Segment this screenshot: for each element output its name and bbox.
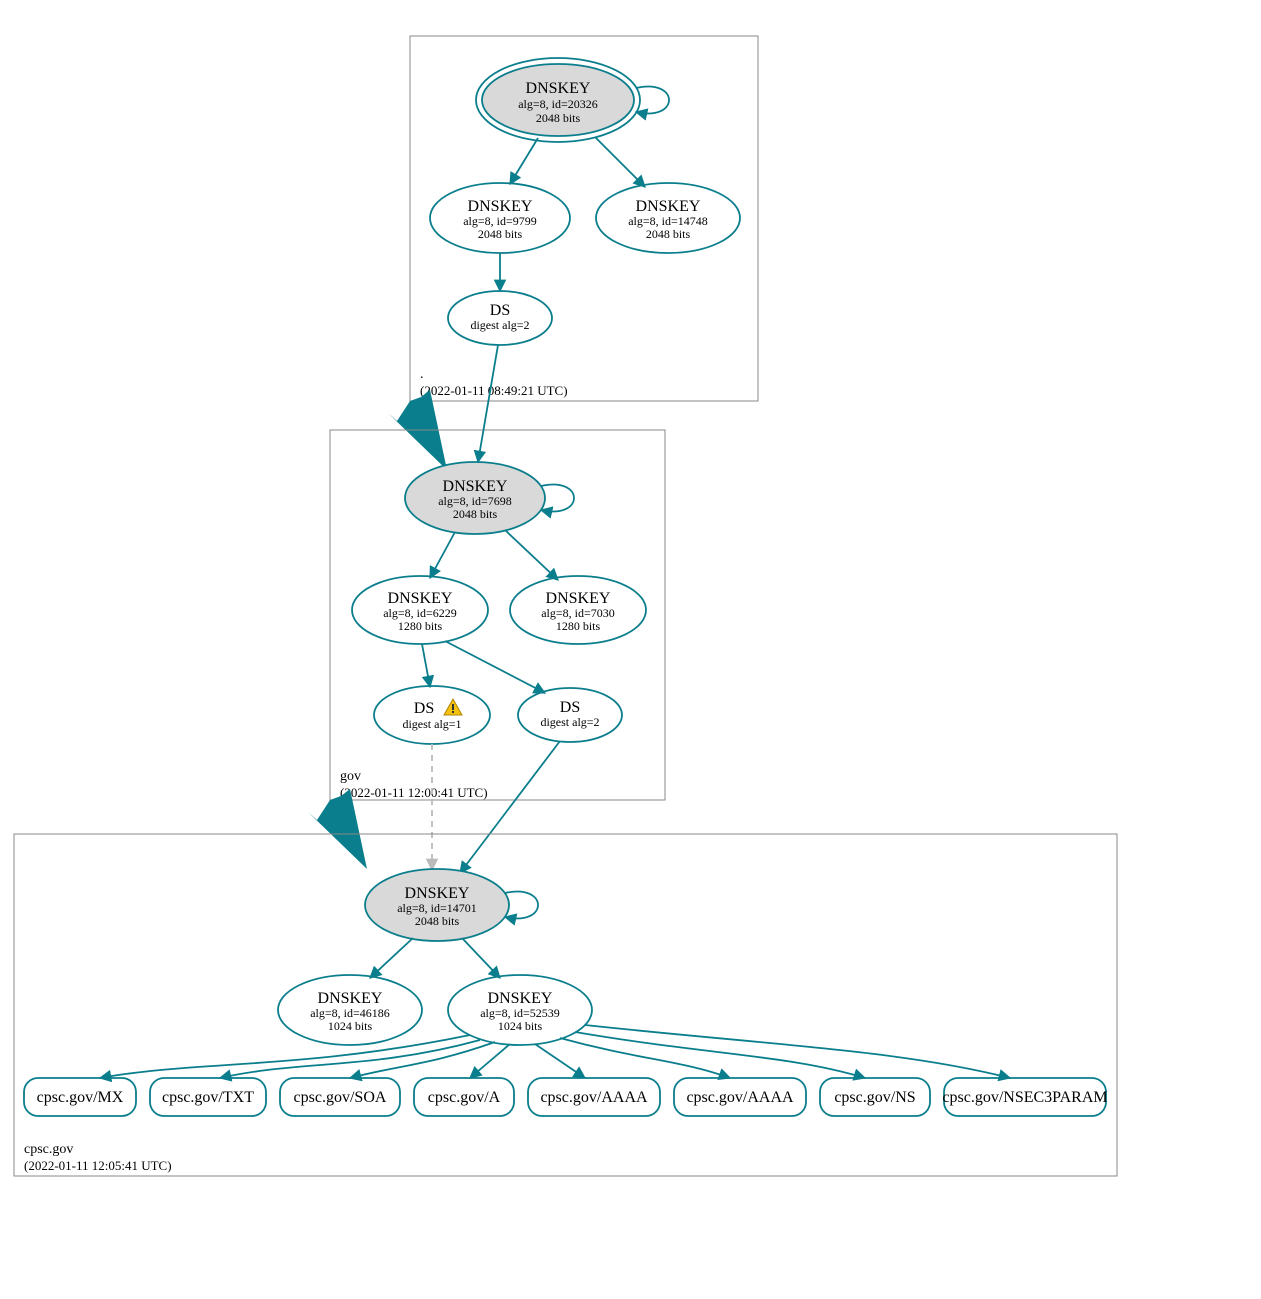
zone-gov-name: gov	[340, 769, 361, 784]
svg-text:2048 bits: 2048 bits	[478, 227, 523, 241]
svg-text:DNSKEY: DNSKEY	[526, 80, 591, 97]
record-nsec3param: cpsc.gov/NSEC3PARAM	[942, 1078, 1107, 1116]
big-arrow-gov-cpsc	[308, 789, 367, 869]
svg-text:2048 bits: 2048 bits	[415, 914, 460, 928]
node-root-zsk1: DNSKEY alg=8, id=9799 2048 bits	[430, 183, 570, 253]
edge-cpscksk-self	[505, 892, 538, 919]
edge-zsk2-aaaa1	[535, 1044, 585, 1078]
zone-gov-ts: (2022-01-11 12:00:41 UTC)	[340, 785, 488, 800]
zone-root-name: .	[420, 367, 424, 382]
svg-text:cpsc.gov/A: cpsc.gov/A	[428, 1089, 501, 1106]
edge-govzsk1-ds2	[445, 641, 545, 693]
svg-text:cpsc.gov/MX: cpsc.gov/MX	[37, 1089, 124, 1106]
svg-text:cpsc.gov/NS: cpsc.gov/NS	[834, 1089, 915, 1106]
svg-text:DS: DS	[560, 699, 580, 716]
edge-rootksk-zsk2	[595, 137, 645, 187]
svg-text:digest alg=2: digest alg=2	[540, 715, 599, 729]
zone-cpsc-name: cpsc.gov	[24, 1142, 73, 1157]
node-gov-zsk1: DNSKEY alg=8, id=6229 1280 bits	[352, 576, 488, 644]
edge-root-ksk-self	[636, 87, 669, 114]
svg-text:2048 bits: 2048 bits	[453, 507, 498, 521]
edge-govksk-zsk2	[505, 530, 558, 580]
edge-zsk2-aaaa2	[560, 1038, 730, 1078]
edge-zsk2-nsec3	[585, 1025, 1010, 1078]
svg-text:alg=8, id=6229: alg=8, id=6229	[383, 606, 457, 620]
edge-govksk-self	[541, 485, 574, 512]
node-root-ds: DS digest alg=2	[448, 291, 552, 345]
svg-text:alg=8, id=46186: alg=8, id=46186	[310, 1006, 390, 1020]
edge-cpscksk-zsk2	[462, 938, 500, 978]
record-a: cpsc.gov/A	[414, 1078, 514, 1116]
svg-text:DNSKEY: DNSKEY	[636, 198, 701, 215]
svg-text:digest alg=2: digest alg=2	[470, 318, 529, 332]
edge-govksk-zsk1	[430, 532, 455, 578]
svg-text:alg=8, id=52539: alg=8, id=52539	[480, 1006, 560, 1020]
svg-text:DS: DS	[490, 302, 510, 319]
node-root-zsk2: DNSKEY alg=8, id=14748 2048 bits	[596, 183, 740, 253]
svg-text:1280 bits: 1280 bits	[556, 619, 601, 633]
edge-cpscksk-zsk1	[370, 938, 413, 978]
record-txt: cpsc.gov/TXT	[150, 1078, 266, 1116]
svg-text:2048 bits: 2048 bits	[646, 227, 691, 241]
node-gov-zsk2: DNSKEY alg=8, id=7030 1280 bits	[510, 576, 646, 644]
svg-text:1024 bits: 1024 bits	[328, 1019, 373, 1033]
record-mx: cpsc.gov/MX	[24, 1078, 136, 1116]
node-root-ksk: DNSKEY alg=8, id=20326 2048 bits	[476, 58, 640, 142]
node-cpsc-zsk1: DNSKEY alg=8, id=46186 1024 bits	[278, 975, 422, 1045]
record-ns: cpsc.gov/NS	[820, 1078, 930, 1116]
record-soa: cpsc.gov/SOA	[280, 1078, 400, 1116]
svg-text:DS: DS	[414, 700, 434, 717]
svg-text:alg=8, id=9799: alg=8, id=9799	[463, 214, 537, 228]
svg-text:DNSKEY: DNSKEY	[388, 590, 453, 607]
node-cpsc-ksk: DNSKEY alg=8, id=14701 2048 bits	[365, 869, 509, 941]
edge-govzsk1-ds1	[422, 644, 430, 687]
zone-root-ts: (2022-01-11 08:49:21 UTC)	[420, 383, 568, 398]
svg-text:DNSKEY: DNSKEY	[405, 885, 470, 902]
svg-text:cpsc.gov/AAAA: cpsc.gov/AAAA	[540, 1089, 648, 1106]
edge-govds2-cpscksk	[460, 741, 560, 873]
svg-text:DNSKEY: DNSKEY	[318, 990, 383, 1007]
svg-text:cpsc.gov/AAAA: cpsc.gov/AAAA	[686, 1089, 794, 1106]
svg-text:DNSKEY: DNSKEY	[443, 478, 508, 495]
zone-cpsc-ts: (2022-01-11 12:05:41 UTC)	[24, 1158, 172, 1173]
record-aaaa-1: cpsc.gov/AAAA	[528, 1078, 660, 1116]
node-gov-ds1: DS digest alg=1	[374, 686, 490, 744]
svg-text:DNSKEY: DNSKEY	[468, 198, 533, 215]
svg-text:alg=8, id=7698: alg=8, id=7698	[438, 494, 512, 508]
svg-text:DNSKEY: DNSKEY	[488, 990, 553, 1007]
svg-text:1024 bits: 1024 bits	[498, 1019, 543, 1033]
svg-text:alg=8, id=20326: alg=8, id=20326	[518, 97, 598, 111]
record-aaaa-2: cpsc.gov/AAAA	[674, 1078, 806, 1116]
svg-text:cpsc.gov/NSEC3PARAM: cpsc.gov/NSEC3PARAM	[942, 1089, 1107, 1106]
svg-text:alg=8, id=7030: alg=8, id=7030	[541, 606, 615, 620]
svg-text:DNSKEY: DNSKEY	[546, 590, 611, 607]
svg-text:2048 bits: 2048 bits	[536, 111, 581, 125]
svg-text:cpsc.gov/SOA: cpsc.gov/SOA	[294, 1089, 387, 1106]
svg-text:alg=8, id=14748: alg=8, id=14748	[628, 214, 708, 228]
edge-rootds-govksk	[478, 345, 498, 462]
svg-text:alg=8, id=14701: alg=8, id=14701	[397, 901, 477, 915]
svg-text:1280 bits: 1280 bits	[398, 619, 443, 633]
node-gov-ds2: DS digest alg=2	[518, 688, 622, 742]
edge-rootksk-zsk1	[510, 138, 538, 184]
svg-text:digest alg=1: digest alg=1	[402, 717, 461, 731]
svg-text:cpsc.gov/TXT: cpsc.gov/TXT	[162, 1089, 254, 1106]
edge-zsk2-mx	[100, 1035, 470, 1078]
node-gov-ksk: DNSKEY alg=8, id=7698 2048 bits	[405, 462, 545, 534]
